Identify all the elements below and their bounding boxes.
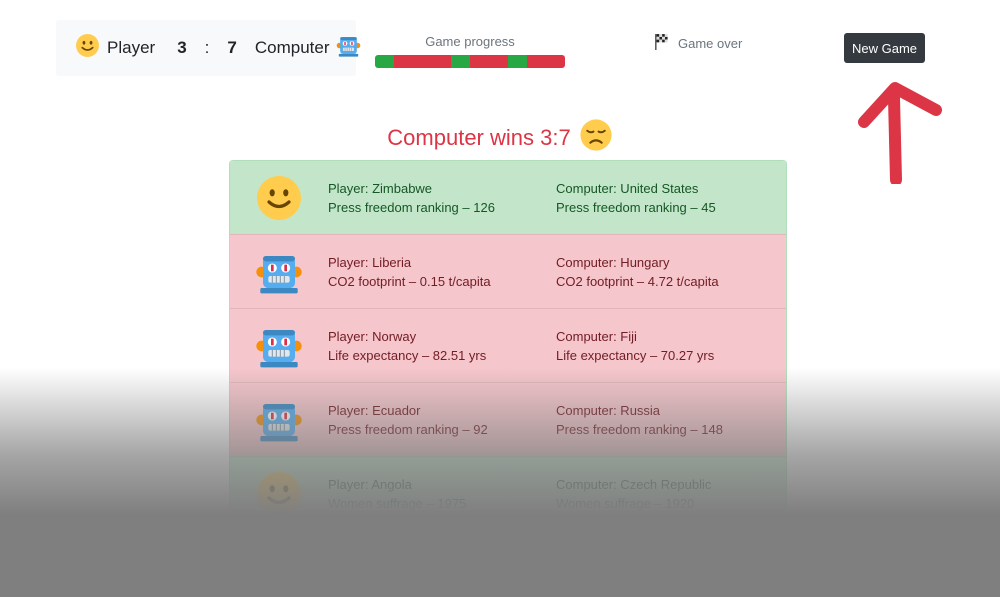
score-separator: : bbox=[204, 38, 210, 57]
progress-label: Game progress bbox=[425, 34, 515, 49]
smiling-face-icon bbox=[75, 33, 100, 63]
robot-icon bbox=[336, 33, 361, 63]
smiling-face-icon bbox=[230, 174, 328, 222]
player-column: Player: Ecuador Press freedom ranking – 9… bbox=[328, 401, 556, 439]
player-country: Player: Angola bbox=[328, 476, 412, 492]
game-status-text: Game over bbox=[678, 35, 743, 51]
computer-stat: CO2 footprint – 4.72 t/capita bbox=[556, 273, 719, 289]
player-column: Player: Angola Women suffrage – 1975 bbox=[328, 475, 556, 513]
player-stat: Press freedom ranking – 126 bbox=[328, 199, 495, 215]
rounds-list: Player: Zimbabwe Press freedom ranking – … bbox=[229, 160, 787, 531]
robot-icon bbox=[230, 322, 328, 370]
result-heading: Computer wins 3:7 bbox=[0, 118, 1000, 158]
round-row: Player: Angola Women suffrage – 1975 Compu… bbox=[230, 456, 786, 530]
game-status: Game over bbox=[654, 33, 742, 53]
smiling-face-icon bbox=[230, 470, 328, 518]
computer-column: Computer: Russia Press freedom ranking – … bbox=[556, 401, 784, 439]
progress-segment-win bbox=[508, 55, 527, 68]
computer-country: Computer: Hungary bbox=[556, 254, 670, 270]
progress-segment-win bbox=[375, 55, 394, 68]
round-row: Player: Zimbabwe Press freedom ranking – … bbox=[230, 161, 786, 234]
checkered-flag-icon bbox=[654, 33, 671, 53]
player-country: Player: Zimbabwe bbox=[328, 180, 433, 196]
computer-column: Computer: Fiji Life expectancy – 70.27 yr… bbox=[556, 327, 784, 365]
round-row: Player: Ecuador Press freedom ranking – 9… bbox=[230, 382, 786, 456]
player-score: 3 bbox=[177, 38, 187, 57]
computer-stat: Press freedom ranking – 45 bbox=[556, 199, 716, 215]
player-column: Player: Norway Life expectancy – 82.51 yr… bbox=[328, 327, 556, 365]
computer-country: Computer: Russia bbox=[556, 402, 661, 418]
progress-segment-loss bbox=[489, 55, 508, 68]
player-country: Player: Liberia bbox=[328, 254, 412, 270]
progress-segment-loss bbox=[470, 55, 489, 68]
player-stat: Press freedom ranking – 92 bbox=[328, 421, 488, 437]
computer-country: Computer: United States bbox=[556, 180, 699, 196]
round-row: Player: Liberia CO2 footprint – 0.15 t/ca… bbox=[230, 234, 786, 308]
result-text: Computer wins 3:7 bbox=[387, 125, 571, 150]
computer-stat: Press freedom ranking – 148 bbox=[556, 421, 723, 437]
computer-country: Computer: Fiji bbox=[556, 328, 637, 344]
progress-segment-loss bbox=[546, 55, 565, 68]
progress-bar bbox=[375, 55, 565, 68]
player-country: Player: Ecuador bbox=[328, 402, 421, 418]
robot-icon bbox=[230, 248, 328, 296]
player-stat: Life expectancy – 82.51 yrs bbox=[328, 347, 487, 363]
player-label: Player bbox=[107, 38, 156, 57]
computer-stat: Life expectancy – 70.27 yrs bbox=[556, 347, 715, 363]
new-game-button[interactable]: New Game bbox=[844, 33, 925, 63]
progress-segment-loss bbox=[527, 55, 546, 68]
player-stat: Women suffrage – 1975 bbox=[328, 495, 467, 511]
scoreboard: Player 3 : 7 Computer bbox=[56, 20, 360, 76]
progress-segment-loss bbox=[394, 55, 413, 68]
progress-segment-win bbox=[451, 55, 470, 68]
player-column: Player: Liberia CO2 footprint – 0.15 t/ca… bbox=[328, 253, 556, 291]
player-stat: CO2 footprint – 0.15 t/capita bbox=[328, 273, 491, 289]
computer-country: Computer: Czech Republic bbox=[556, 476, 712, 492]
progress-segment-loss bbox=[432, 55, 451, 68]
progress-segment-loss bbox=[413, 55, 432, 68]
round-row: Player: Norway Life expectancy – 82.51 yr… bbox=[230, 308, 786, 382]
computer-column: Computer: Hungary CO2 footprint – 4.72 t/… bbox=[556, 253, 784, 291]
computer-column: Computer: Czech Republic Women suffrage –… bbox=[556, 475, 784, 513]
robot-icon bbox=[230, 396, 328, 444]
computer-stat: Women suffrage – 1920 bbox=[556, 495, 695, 511]
computer-score: 7 bbox=[227, 38, 237, 57]
game-progress: Game progress bbox=[375, 34, 565, 68]
computer-label: Computer bbox=[254, 38, 330, 57]
disappointed-face-icon bbox=[579, 118, 613, 158]
player-column: Player: Zimbabwe Press freedom ranking – … bbox=[328, 179, 556, 217]
computer-column: Computer: United States Press freedom ran… bbox=[556, 179, 784, 217]
player-country: Player: Norway bbox=[328, 328, 417, 344]
